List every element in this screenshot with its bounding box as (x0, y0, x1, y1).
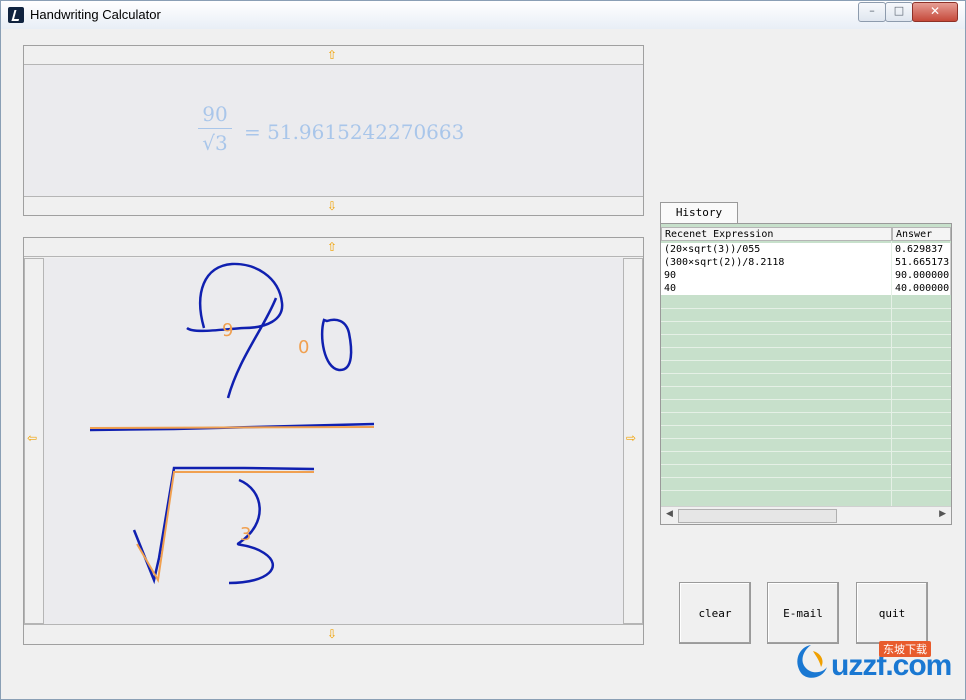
row-expression: (300×sqrt(2))/8.2118 (661, 256, 892, 269)
ink-drawing: 9 0 3 (89, 262, 375, 585)
grid-line (661, 308, 951, 309)
row-answer: 0.629837 (892, 243, 951, 256)
recognized-fraction-bar (89, 426, 375, 429)
maximize-icon: □ (893, 4, 905, 17)
grid-line (661, 334, 951, 335)
handwriting-canvas[interactable]: 9 0 3 (44, 258, 623, 624)
row-answer: 51.665173 (892, 256, 951, 269)
handwriting-panel: ⇧ ⇦ ⇨ 9 0 3 ⇩ (23, 237, 644, 645)
app-icon (8, 7, 24, 23)
scroll-left-icon[interactable]: ◀ (666, 509, 673, 519)
title-bar: Handwriting Calculator – □ ✕ (1, 1, 965, 29)
result-panel: ⇧ 90 √3 = 51.9615242270663 ⇩ (23, 45, 644, 216)
history-header: Recenet Expression Answer (661, 227, 951, 241)
result-display: 90 √3 = 51.9615242270663 (24, 65, 643, 196)
scroll-right-icon[interactable]: ▶ (939, 509, 946, 519)
canvas-bottom-strip: ⇩ (24, 624, 643, 643)
watermark-logo: uzzf.com 东坡下载 (793, 641, 957, 687)
minimize-button[interactable]: – (858, 2, 886, 22)
quit-button[interactable]: quit (856, 582, 928, 644)
result-denominator: √3 (202, 131, 228, 155)
clear-button[interactable]: clear (679, 582, 751, 644)
result-answer: = 51.9615242270663 (244, 120, 465, 144)
canvas-scroll-right-icon[interactable]: ⇨ (626, 432, 636, 444)
minimize-icon: – (869, 4, 875, 17)
app-window: Handwriting Calculator – □ ✕ ⇧ 90 √3 = 5… (0, 0, 966, 700)
grid-line (661, 464, 951, 465)
grid-line (661, 425, 951, 426)
row-expression: (20×sqrt(3))/055 (661, 243, 892, 256)
canvas-top-strip: ⇧ (24, 238, 643, 257)
grid-line (661, 438, 951, 439)
row-answer: 90.000000 (892, 269, 951, 282)
grid-line (661, 477, 951, 478)
maximize-button[interactable]: □ (885, 2, 913, 22)
window-title: Handwriting Calculator (30, 7, 161, 22)
tab-history[interactable]: History (660, 202, 738, 223)
grid-line (661, 347, 951, 348)
history-horizontal-scrollbar[interactable]: ◀ ▶ (661, 506, 951, 524)
grid-line (661, 373, 951, 374)
scroll-up-icon[interactable]: ⇧ (327, 49, 337, 61)
result-fraction: 90 √3 (198, 102, 232, 155)
scrollbar-thumb[interactable] (678, 509, 837, 523)
grid-line (661, 321, 951, 322)
canvas-scroll-down-icon[interactable]: ⇩ (327, 628, 337, 640)
result-top-strip: ⇧ (24, 46, 643, 65)
table-row[interactable]: 40 40.000000 (661, 282, 951, 295)
close-button[interactable]: ✕ (912, 2, 958, 22)
canvas-scroll-up-icon[interactable]: ⇧ (327, 241, 337, 253)
email-button[interactable]: E-mail (767, 582, 839, 644)
window-controls: – □ ✕ (858, 2, 958, 22)
ink-stroke-nine (186, 262, 284, 399)
column-header-answer[interactable]: Answer (892, 227, 951, 241)
table-row[interactable]: 90 90.000000 (661, 269, 951, 282)
close-icon: ✕ (929, 4, 941, 18)
table-row[interactable]: (20×sqrt(3))/055 0.629837 (661, 243, 951, 256)
column-header-expression[interactable]: Recenet Expression (661, 227, 892, 241)
grid-line (661, 451, 951, 452)
logo-badge: 东坡下载 (879, 641, 931, 657)
grid-line (661, 399, 951, 400)
recognized-three: 3 (240, 524, 251, 545)
row-answer: 40.000000 (892, 282, 951, 295)
ink-stroke-zero (320, 318, 353, 372)
grid-line (661, 490, 951, 491)
canvas-left-strip: ⇦ (24, 258, 44, 624)
row-expression: 40 (661, 282, 892, 295)
grid-line (661, 360, 951, 361)
grid-line (661, 386, 951, 387)
row-expression: 90 (661, 269, 892, 282)
result-numerator: 90 (198, 102, 232, 129)
grid-line (661, 412, 951, 413)
table-row[interactable]: (300×sqrt(2))/8.2118 51.665173 (661, 256, 951, 269)
recognized-nine: 9 (222, 320, 233, 341)
scroll-down-icon[interactable]: ⇩ (327, 200, 337, 212)
logo-swirl-icon (797, 645, 827, 678)
history-table: Recenet Expression Answer (20×sqrt(3))/0… (660, 223, 952, 525)
canvas-scroll-left-icon[interactable]: ⇦ (27, 432, 37, 444)
result-bottom-strip: ⇩ (24, 196, 643, 215)
canvas-right-strip: ⇨ (623, 258, 643, 624)
recognized-zero: 0 (298, 337, 309, 358)
